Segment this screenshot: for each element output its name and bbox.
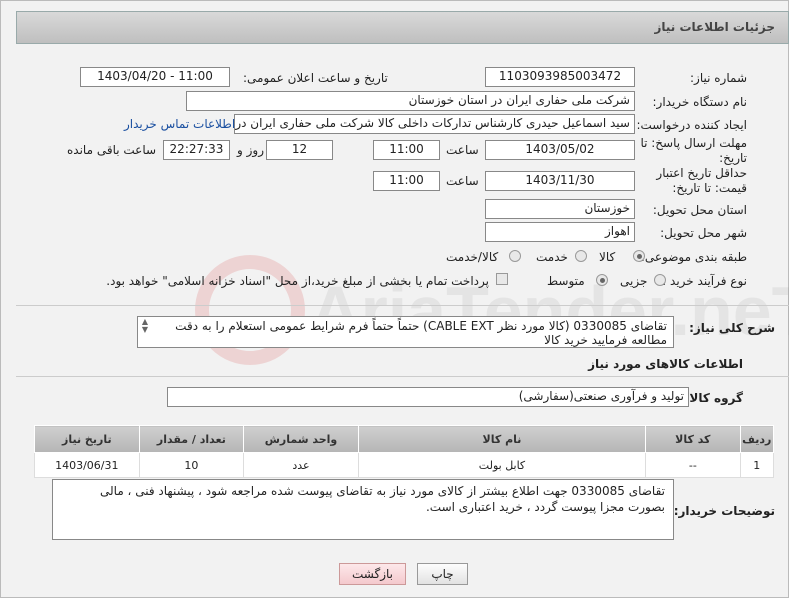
goods-group-label: گروه کالا: xyxy=(684,391,743,405)
column-header: ردیف xyxy=(739,425,775,453)
category-label: طبقه بندی موضوعی: xyxy=(640,250,747,264)
column-header: تعداد / مقدار xyxy=(138,425,245,453)
need-number-field: 1103093985003472 xyxy=(485,67,635,87)
table-cell: کابل بولت xyxy=(357,452,647,478)
print-button[interactable]: چاپ xyxy=(417,563,468,585)
days-label: روز و xyxy=(237,143,264,157)
process-radio-medium[interactable] xyxy=(596,274,608,286)
table-row: 1 -- کابل بولت عدد 10 1403/06/31 xyxy=(34,452,775,478)
buyer-notes-textarea[interactable]: تقاضای 0330085 جهت اطلاع بیشتر از کالای … xyxy=(52,479,674,540)
back-button[interactable]: بازگشت xyxy=(339,563,406,585)
separator xyxy=(16,376,789,377)
table-cell: -- xyxy=(645,452,741,478)
remaining-label: ساعت باقی مانده xyxy=(67,143,157,157)
column-header: کد کالا xyxy=(645,425,741,453)
buyer-org-label: نام دستگاه خریدار: xyxy=(652,95,748,109)
table-cell: عدد xyxy=(243,452,359,478)
remaining-time-field: 22:27:33 xyxy=(163,140,230,160)
need-number-label: شماره نیاز: xyxy=(690,71,747,85)
category-radio-goods[interactable] xyxy=(633,250,645,262)
process-option-minor: جزیی xyxy=(620,274,648,288)
deadline-label: مهلت ارسال پاسخ: تا تاریخ: xyxy=(640,136,747,165)
treasury-payment-note: پرداخت تمام یا بخشی از مبلغ خرید،از محل … xyxy=(106,274,489,288)
city-field: اهواز xyxy=(485,222,635,242)
description-label: شرح کلی نیاز: xyxy=(689,321,775,335)
process-option-medium: متوسط xyxy=(547,274,585,288)
separator xyxy=(16,305,789,306)
requester-field: سید اسماعیل حیدری کارشناس تدارکات داخلی … xyxy=(234,114,635,134)
province-label: استان محل تحویل: xyxy=(652,203,747,217)
category-radio-goods-service[interactable] xyxy=(509,250,521,262)
table-header-row: ردیف کد کالا نام کالا واحد شمارش تعداد /… xyxy=(34,425,775,453)
city-label: شهر محل تحویل: xyxy=(660,226,747,240)
days-field: 12 xyxy=(266,140,333,160)
description-scroll-arrows[interactable]: ▲ ▼ xyxy=(140,318,150,334)
requester-label: ایجاد کننده درخواست: xyxy=(636,118,747,132)
price-validity-time-label: ساعت xyxy=(446,174,479,188)
process-radio-minor[interactable] xyxy=(654,274,666,286)
deadline-time-field: 11:00 xyxy=(373,140,440,160)
buyer-contact-link[interactable]: اطلاعات تماس خریدار xyxy=(124,117,235,131)
description-textarea[interactable]: تقاضای 0330085 (کالا مورد نظر CABLE EXT)… xyxy=(137,316,674,348)
page-title: جزئیات اطلاعات نیاز xyxy=(654,20,775,34)
announce-label: تاریخ و ساعت اعلان عمومی: xyxy=(243,71,388,85)
column-header: تاریخ نیاز xyxy=(34,425,140,453)
buyer-notes-label: توضیحات خریدار: xyxy=(673,504,775,518)
column-header: واحد شمارش xyxy=(243,425,359,453)
category-option-service: خدمت xyxy=(536,250,568,264)
treasury-payment-checkbox[interactable] xyxy=(496,273,508,285)
category-option-goods-service: کالا/خدمت xyxy=(446,250,499,264)
table-cell: 10 xyxy=(138,452,245,478)
process-label: نوع فرآیند خرید : xyxy=(662,274,747,288)
deadline-date-field: 1403/05/02 xyxy=(485,140,635,160)
price-validity-time-field: 11:00 xyxy=(373,171,440,191)
category-radio-service[interactable] xyxy=(575,250,587,262)
goods-group-field: تولید و فرآوری صنعتی(سفارشی) xyxy=(167,387,689,407)
buyer-org-field: شرکت ملی حفاری ایران در استان خوزستان xyxy=(186,91,635,111)
goods-section-title: اطلاعات کالاهای مورد نیاز xyxy=(588,357,743,371)
price-validity-date-field: 1403/11/30 xyxy=(485,171,635,191)
column-header: نام کالا xyxy=(357,425,647,453)
goods-table: ردیف کد کالا نام کالا واحد شمارش تعداد /… xyxy=(34,425,775,478)
price-validity-label: حداقل تاریخ اعتبار قیمت: تا تاریخ: xyxy=(656,166,747,195)
table-cell: 1 xyxy=(739,452,775,478)
province-field: خوزستان xyxy=(485,199,635,219)
announce-field: 1403/04/20 - 11:00 xyxy=(80,67,230,87)
deadline-time-label: ساعت xyxy=(446,143,479,157)
category-option-goods: کالا xyxy=(599,250,616,264)
table-cell: 1403/06/31 xyxy=(34,452,140,478)
